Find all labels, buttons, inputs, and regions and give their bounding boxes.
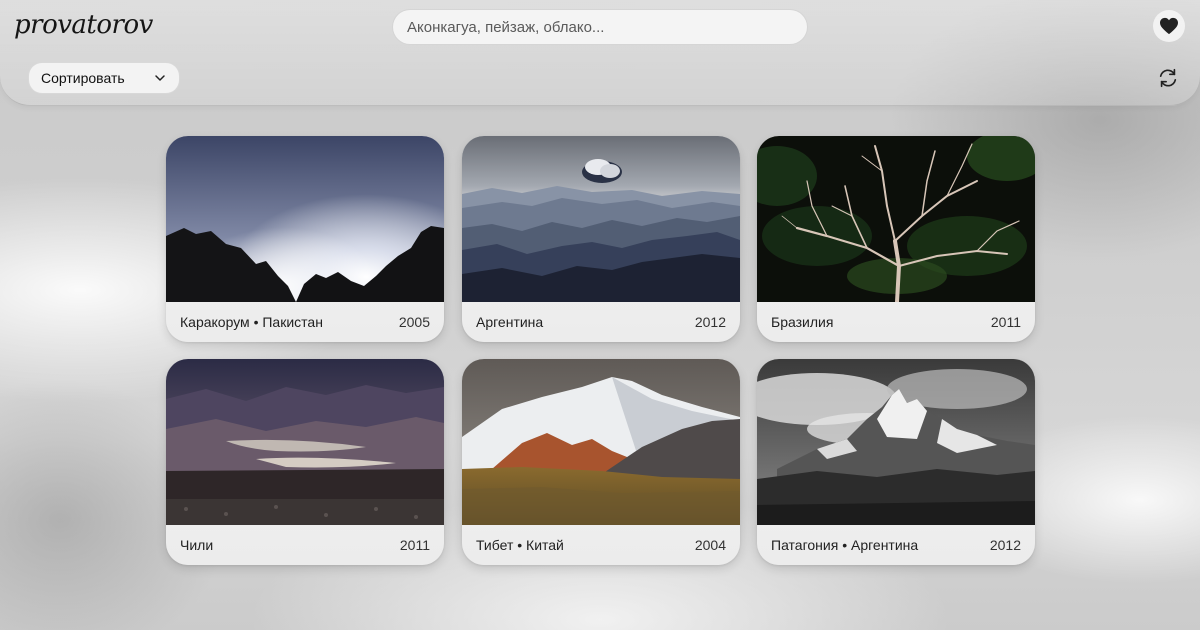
sort-dropdown[interactable]: Сортировать	[28, 62, 180, 94]
photo-year: 2011	[399, 537, 430, 553]
photo-caption: Чили	[180, 537, 214, 553]
photo-caption: Тибет • Китай	[476, 537, 564, 553]
photo-card[interactable]: Патагония • Аргентина 2012	[757, 359, 1035, 565]
photo-caption: Патагония • Аргентина	[771, 537, 919, 553]
photo-year: 2004	[694, 537, 726, 553]
photo-thumbnail[interactable]	[166, 136, 444, 302]
photo-thumbnail[interactable]	[757, 359, 1035, 525]
photo-card[interactable]: Каракорум • Пакистан 2005	[166, 136, 444, 342]
photo-thumbnail[interactable]	[462, 136, 740, 302]
photo-thumbnail[interactable]	[166, 359, 444, 525]
sort-label: Сортировать	[41, 70, 125, 86]
photo-card[interactable]: Тибет • Китай 2004	[462, 359, 740, 565]
photo-card[interactable]: Аргентина 2012	[462, 136, 740, 342]
photo-caption: Аргентина	[476, 314, 544, 330]
photo-year: 2012	[989, 537, 1021, 553]
photo-card[interactable]: Чили 2011	[166, 359, 444, 565]
photo-year: 2005	[398, 314, 430, 330]
top-bar: provatorov Сортировать	[0, 0, 1200, 106]
photo-year: 2011	[990, 314, 1021, 330]
photo-thumbnail[interactable]	[757, 136, 1035, 302]
refresh-button[interactable]	[1156, 66, 1180, 90]
refresh-icon	[1159, 68, 1177, 88]
photo-year: 2012	[694, 314, 726, 330]
photo-caption: Бразилия	[771, 314, 834, 330]
photo-card[interactable]: Бразилия 2011	[757, 136, 1035, 342]
site-logo[interactable]: provatorov	[14, 10, 153, 40]
photo-caption: Каракорум • Пакистан	[180, 314, 323, 330]
chevron-down-icon	[155, 75, 165, 81]
search-input[interactable]	[407, 18, 807, 36]
favorites-button[interactable]	[1153, 10, 1185, 42]
photo-thumbnail[interactable]	[462, 359, 740, 525]
heart-icon	[1160, 17, 1178, 35]
search-field[interactable]	[392, 9, 808, 45]
